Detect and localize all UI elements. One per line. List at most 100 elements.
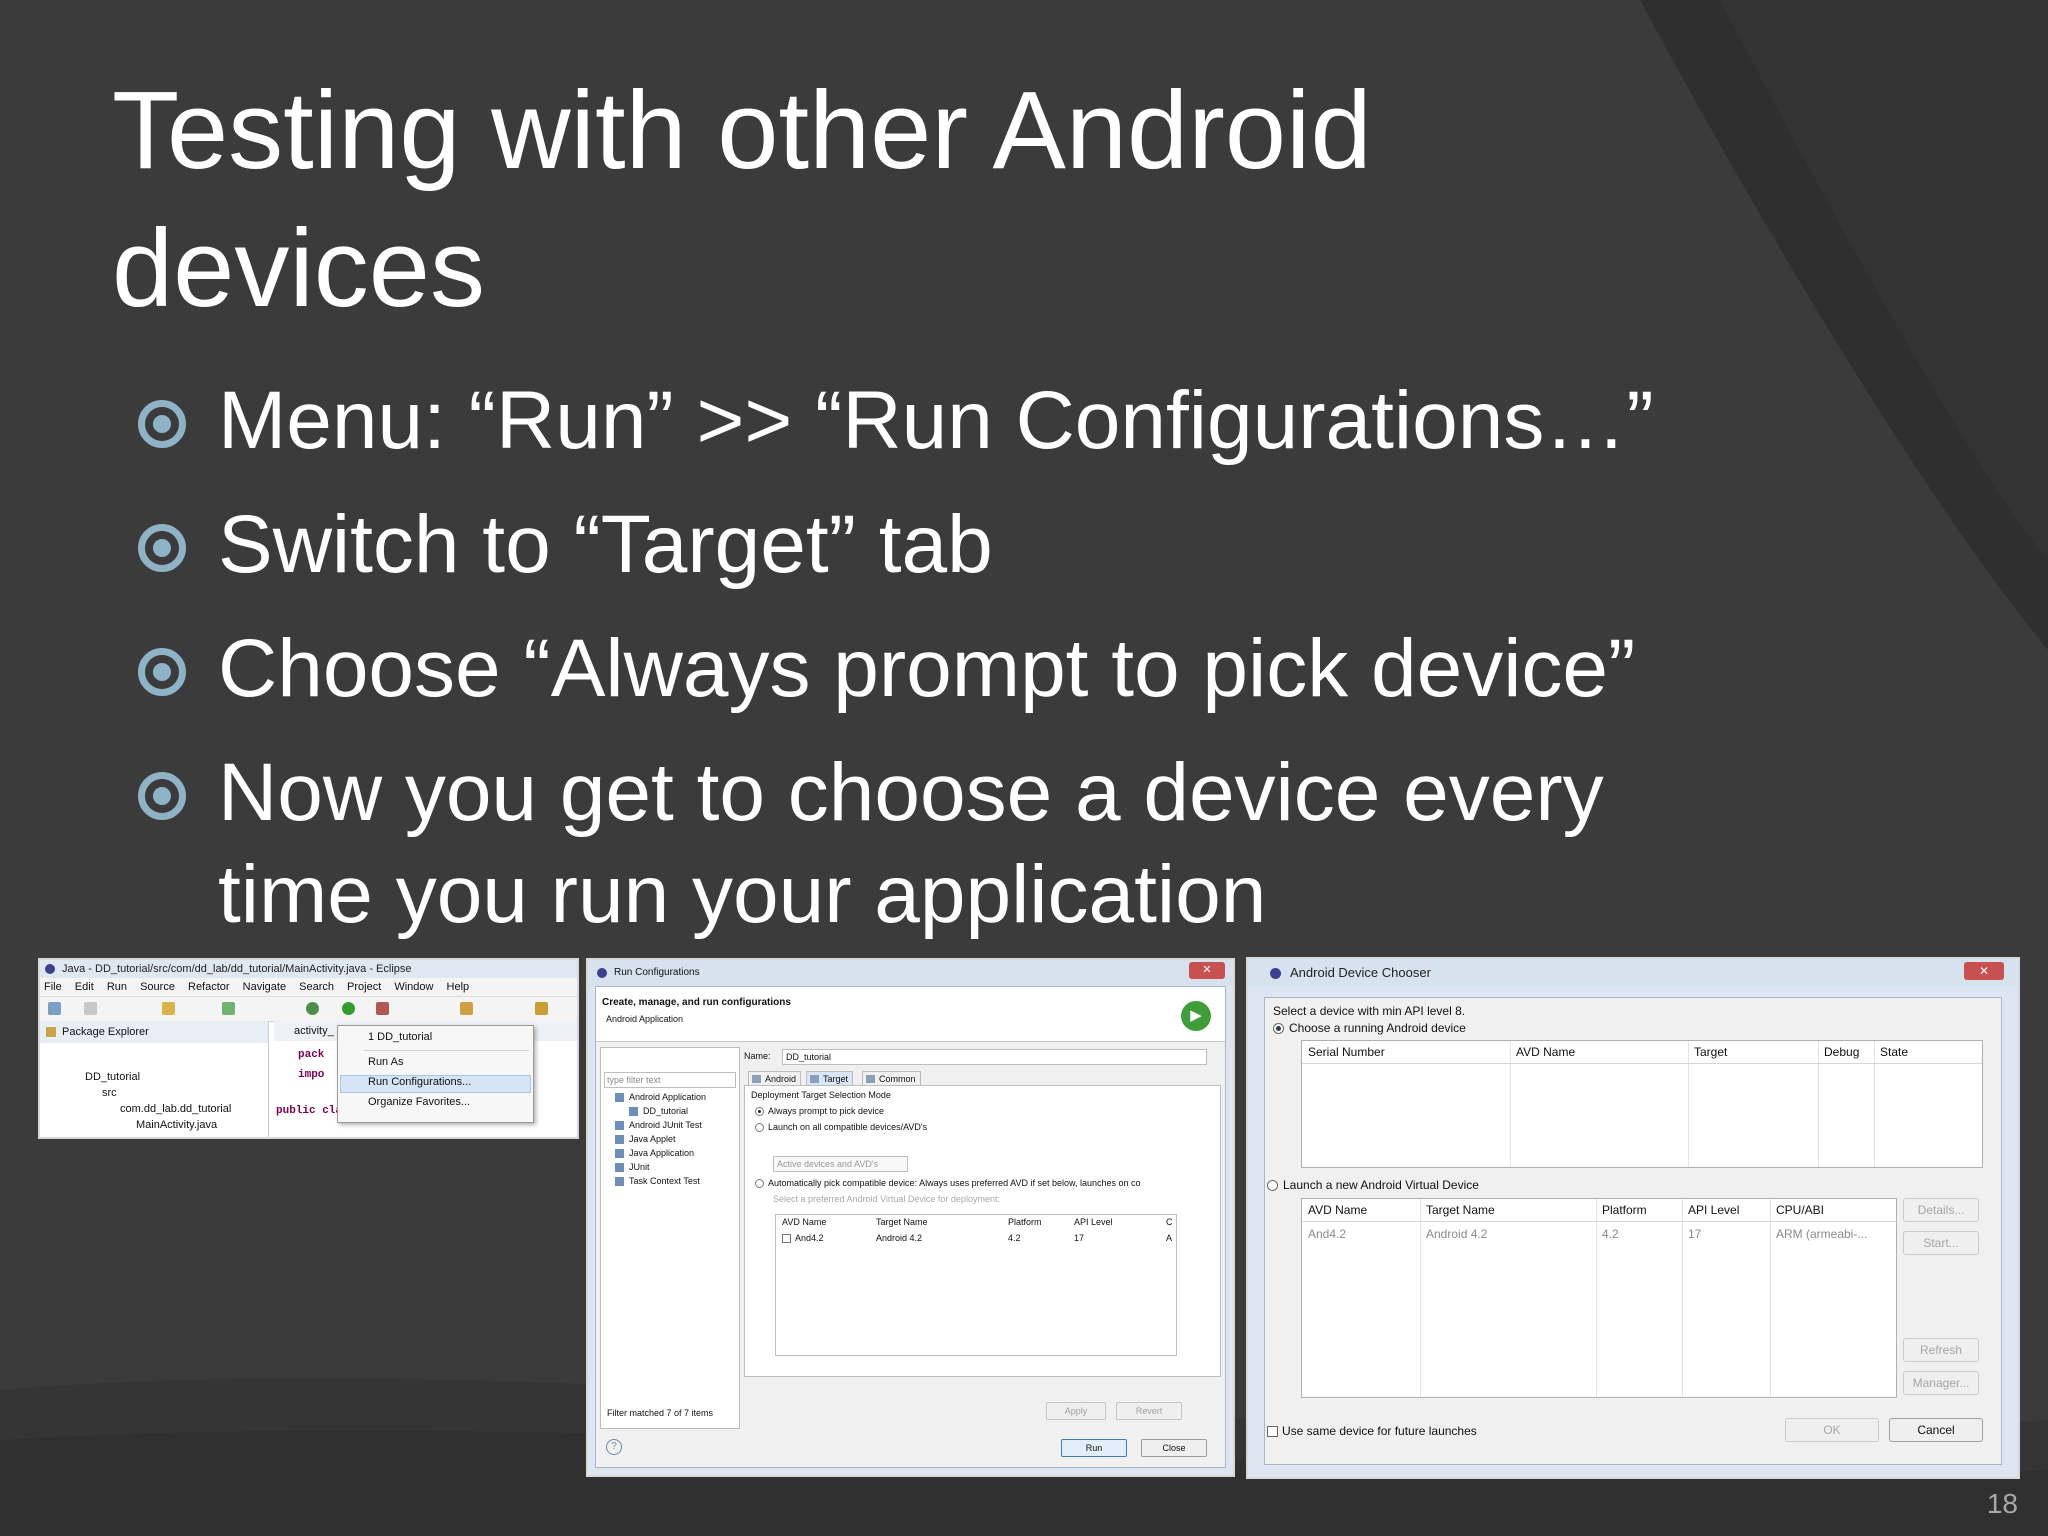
tab-label: Common [879,1074,916,1084]
tree-src[interactable]: src [102,1087,117,1099]
launch-avd-option[interactable]: Launch a new Android Virtual Device [1267,1178,1479,1192]
device-combo[interactable]: Active devices and AVD's [773,1156,908,1172]
menu-search[interactable]: Search [299,981,334,993]
checkbox[interactable] [782,1234,791,1244]
config-type-item[interactable]: Android Application [615,1092,706,1103]
help-icon[interactable]: ? [606,1439,622,1455]
checkbox[interactable] [1267,1426,1278,1438]
bullet-item: Choose “Always prompt to pick device” [130,618,1770,720]
page-number: 18 [1986,1488,2018,1519]
filter-input[interactable]: type filter text [604,1072,736,1088]
column-header: Target Name [1426,1203,1495,1217]
column-header: Debug [1824,1045,1860,1059]
config-type-item[interactable]: Java Applet [615,1134,676,1145]
config-label: DD_tutorial [643,1106,689,1116]
name-field[interactable]: DD_tutorial [782,1049,1207,1065]
menu-source[interactable]: Source [140,981,175,993]
menu-file[interactable]: File [44,981,62,993]
junit-icon [615,1121,624,1131]
junit-icon [615,1163,624,1173]
menu-navigate[interactable]: Navigate [243,981,286,993]
android-app-icon [629,1107,638,1117]
package-explorer-tab[interactable]: Package Explorer [40,1021,268,1043]
config-type-item[interactable]: Android JUnit Test [615,1120,702,1131]
target-panel: Deployment Target Selection Mode Always … [744,1085,1221,1377]
run-button[interactable]: Run [1061,1439,1127,1457]
menu-item-run-as[interactable]: Run As [368,1056,403,1068]
option-auto-pick[interactable]: Automatically pick compatible device: Al… [755,1178,1141,1189]
menu-item-organize-favorites[interactable]: Organize Favorites... [368,1096,470,1108]
table-cell[interactable]: Android 4.2 [1426,1227,1487,1241]
use-same-device-option[interactable]: Use same device for future launches [1267,1424,1477,1438]
external-tools-icon[interactable] [376,1002,389,1015]
close-button[interactable]: Close [1141,1439,1207,1457]
table-cell[interactable]: And4.2 [1308,1227,1346,1241]
menu-item-recent-run[interactable]: 1 DD_tutorial [368,1031,432,1043]
package-explorer-icon [46,1027,56,1037]
config-item-selected[interactable]: DD_tutorial [629,1106,689,1117]
bullet-list: Menu: “Run” >> “Run Configurations…” Swi… [130,370,1770,968]
start-button[interactable]: Start... [1903,1231,1979,1255]
run-icon[interactable] [342,1002,355,1015]
option-always-prompt[interactable]: Always prompt to pick device [755,1106,884,1117]
tab-label: Target [823,1074,849,1084]
auto-hint: Select a preferred Android Virtual Devic… [773,1194,1000,1204]
ok-button[interactable]: OK [1785,1418,1879,1442]
manager-button[interactable]: Manager... [1903,1371,1979,1395]
android-sdk-icon[interactable] [162,1002,175,1015]
menu-edit[interactable]: Edit [75,981,94,993]
checkbox-icon[interactable] [222,1002,235,1015]
run-config-body: Create, manage, and run configurations A… [595,986,1226,1468]
save-icon[interactable] [84,1002,97,1015]
menu-item-run-configurations[interactable]: Run Configurations... [368,1076,471,1088]
annotation-icon[interactable] [535,1002,548,1015]
column-header: AVD Name [1308,1203,1368,1217]
config-type-label: JUnit [629,1162,650,1172]
cancel-button[interactable]: Cancel [1889,1418,1983,1442]
refresh-button[interactable]: Refresh [1903,1338,1979,1362]
radio-selected[interactable] [755,1107,764,1117]
tree-package[interactable]: com.dd_lab.dd_tutorial [120,1103,231,1115]
avd-table: AVD Name Target Name Platform API Level … [775,1214,1177,1356]
tree-project[interactable]: DD_tutorial [85,1071,140,1083]
menu-project[interactable]: Project [347,981,381,993]
details-button[interactable]: Details... [1903,1198,1979,1222]
radio[interactable] [755,1123,764,1133]
table-cell[interactable]: 4.2 [1602,1227,1619,1241]
column-divider [1510,1041,1511,1167]
avd-name-cell[interactable]: And4.2 [782,1233,824,1244]
radio[interactable] [755,1179,764,1189]
package-explorer-label: Package Explorer [62,1026,149,1038]
table-cell: Android 4.2 [876,1233,923,1243]
menu-help[interactable]: Help [447,981,470,993]
run-configurations-screenshot: Run Configurations ✕ Create, manage, and… [588,960,1233,1475]
config-type-item[interactable]: Task Context Test [615,1176,700,1187]
menu-run[interactable]: Run [107,981,127,993]
close-icon[interactable]: ✕ [1964,962,2004,980]
slide-title: Testing with other Android devices [112,69,1372,330]
menu-window[interactable]: Window [394,981,433,993]
apply-button[interactable]: Apply [1046,1402,1106,1420]
choose-running-option[interactable]: Choose a running Android device [1273,1021,1466,1035]
table-cell[interactable]: 17 [1688,1227,1701,1241]
column-header: CPU/ABI [1776,1203,1825,1217]
debug-icon[interactable] [306,1002,319,1015]
config-type-item[interactable]: Java Application [615,1148,694,1159]
radio-selected[interactable] [1273,1023,1284,1035]
open-type-icon[interactable] [460,1002,473,1015]
option-launch-all[interactable]: Launch on all compatible devices/AVD's [755,1122,927,1133]
bullet-circle-icon [138,524,186,572]
code-line: impo [298,1069,325,1081]
tree-file[interactable]: MainActivity.java [136,1119,217,1131]
header-divider [1302,1063,1982,1064]
config-type-item[interactable]: JUnit [615,1162,650,1173]
column-header: AVD Name [782,1217,827,1227]
new-icon[interactable] [48,1002,61,1015]
table-cell[interactable]: ARM (armeabi-... [1776,1227,1867,1241]
android-icon [752,1075,761,1083]
menu-refactor[interactable]: Refactor [188,981,230,993]
column-divider [1874,1041,1875,1167]
close-icon[interactable]: ✕ [1189,962,1225,979]
radio[interactable] [1267,1180,1278,1192]
revert-button[interactable]: Revert [1116,1402,1182,1420]
